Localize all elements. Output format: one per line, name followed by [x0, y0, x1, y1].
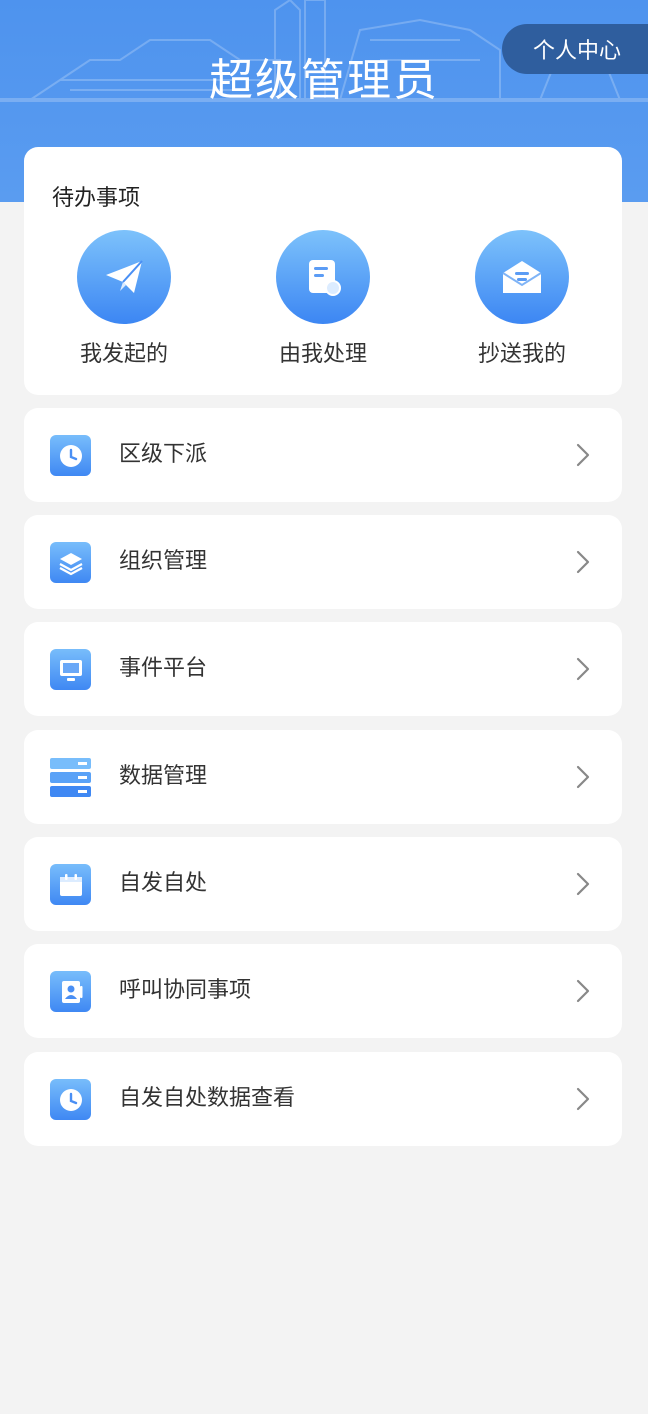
initiated-by-me-action[interactable]: 我发起的 [54, 230, 194, 368]
menu-item-label: 呼叫协同事项 [119, 978, 252, 1003]
chevron-right-icon [570, 442, 596, 468]
menu-item-label: 事件平台 [119, 656, 208, 681]
handled-by-me-action[interactable]: 由我处理 [253, 230, 393, 368]
menu-item-organization[interactable]: 组织管理 [24, 515, 622, 609]
chevron-right-icon [570, 1086, 596, 1112]
menu-item-label: 数据管理 [119, 764, 208, 789]
chevron-right-icon [570, 764, 596, 790]
document-icon [276, 230, 370, 324]
paper-plane-icon [77, 230, 171, 324]
menu-item-label: 自发自处数据查看 [119, 1086, 296, 1111]
chevron-right-icon [570, 656, 596, 682]
cc-to-me-action[interactable]: 抄送我的 [452, 230, 592, 368]
action-label: 由我处理 [278, 342, 367, 367]
menu-item-event-platform[interactable]: 事件平台 [24, 622, 622, 716]
pending-tasks-title: 待办事项 [52, 186, 141, 211]
chevron-right-icon [570, 549, 596, 575]
envelope-icon [475, 230, 569, 324]
profile-center-button[interactable]: 个人中心 [502, 24, 648, 74]
menu-item-self-dispose-data[interactable]: 自发自处数据查看 [24, 1052, 622, 1146]
action-label: 我发起的 [79, 342, 168, 367]
monitor-icon [50, 649, 91, 690]
layers-icon [50, 542, 91, 583]
app-screen: 超级管理员 个人中心 待办事项 我发起的 由我处理 抄送我的 区级下派 组织管理… [0, 0, 648, 1414]
clock-icon [50, 435, 91, 476]
menu-item-label: 区级下派 [119, 442, 208, 467]
menu-item-label: 组织管理 [119, 549, 208, 574]
chevron-right-icon [570, 871, 596, 897]
menu-item-label: 自发自处 [119, 871, 208, 896]
calendar-icon [50, 864, 91, 905]
chevron-right-icon [570, 978, 596, 1004]
menu-item-self-dispose[interactable]: 自发自处 [24, 837, 622, 931]
menu-item-call-collaboration[interactable]: 呼叫协同事项 [24, 944, 622, 1038]
clock-icon [50, 1079, 91, 1120]
action-label: 抄送我的 [477, 342, 566, 367]
pending-tasks-card: 待办事项 我发起的 由我处理 抄送我的 [24, 147, 622, 395]
menu-item-data-management[interactable]: 数据管理 [24, 730, 622, 824]
database-icon [50, 757, 91, 798]
contact-card-icon [50, 971, 91, 1012]
menu-item-district-dispatch[interactable]: 区级下派 [24, 408, 622, 502]
